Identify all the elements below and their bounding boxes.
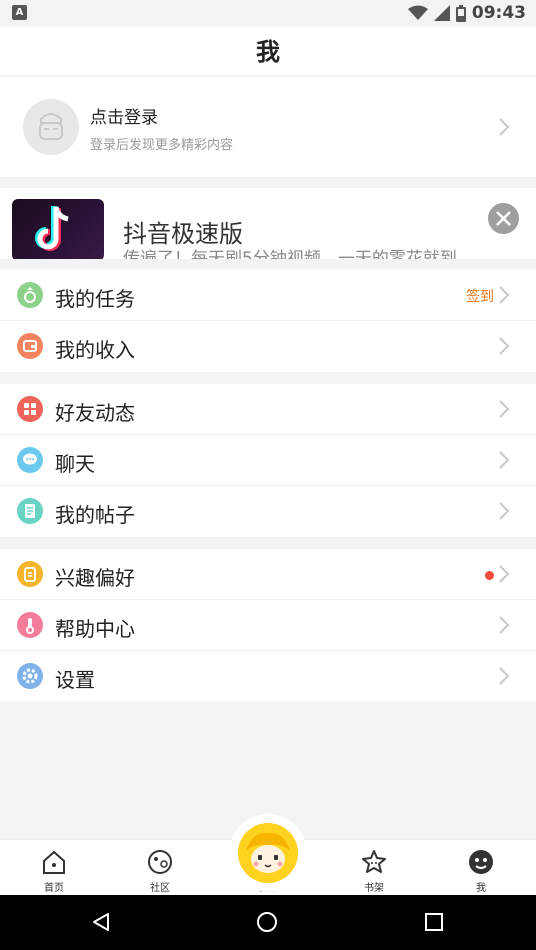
menu-label: 兴趣偏好 bbox=[55, 566, 135, 590]
tab-label: 首页 bbox=[44, 883, 64, 894]
create-icon bbox=[238, 823, 298, 883]
page-title: 我 bbox=[256, 38, 280, 66]
chevron-right-icon bbox=[499, 400, 510, 418]
tag-icon bbox=[17, 561, 43, 587]
help-icon bbox=[17, 612, 43, 638]
chevron-right-icon bbox=[499, 451, 510, 469]
tab-community[interactable]: 社区 bbox=[120, 840, 200, 896]
community-icon bbox=[148, 850, 172, 874]
menu-group-tasks: 我的任务 签到 我的收入 bbox=[0, 270, 536, 372]
home-circle-icon[interactable] bbox=[256, 911, 278, 933]
battery-icon bbox=[455, 4, 466, 22]
menu-group-social: 好友动态 聊天 我的帖子 bbox=[0, 384, 536, 537]
apps-icon bbox=[17, 396, 43, 422]
tab-home[interactable]: 首页 bbox=[14, 840, 94, 896]
tab-label: 我 bbox=[476, 883, 486, 894]
menu-label: 聊天 bbox=[55, 452, 95, 476]
menu-item-settings[interactable]: 设置 bbox=[0, 651, 536, 702]
create-button[interactable] bbox=[229, 814, 307, 892]
gear-icon bbox=[17, 663, 43, 689]
menu-item-my-posts[interactable]: 我的帖子 bbox=[0, 486, 536, 537]
signal-icon bbox=[433, 5, 450, 21]
menu-label: 好友动态 bbox=[55, 401, 135, 425]
tab-bookshelf[interactable]: 书架 bbox=[334, 840, 414, 896]
menu-item-friend-updates[interactable]: 好友动态 bbox=[0, 384, 536, 435]
ring-icon bbox=[17, 282, 43, 308]
menu-item-chat[interactable]: 聊天 bbox=[0, 435, 536, 486]
chevron-right-icon bbox=[499, 286, 510, 304]
ad-thumbnail bbox=[12, 199, 104, 259]
document-icon bbox=[17, 498, 43, 524]
system-nav-bar bbox=[0, 895, 536, 950]
status-icons: 09:43 bbox=[407, 2, 526, 24]
app-notification-icon: A bbox=[12, 5, 27, 20]
wifi-icon bbox=[407, 5, 428, 20]
login-title: 点击登录 bbox=[90, 108, 158, 128]
login-card[interactable]: 点击登录 登录后发现更多精彩内容 bbox=[0, 77, 536, 177]
notification-dot bbox=[485, 571, 494, 580]
header: 我 bbox=[0, 26, 536, 76]
menu-item-tasks[interactable]: 我的任务 签到 bbox=[0, 270, 536, 321]
chevron-right-icon bbox=[499, 337, 510, 355]
wallet-icon bbox=[17, 333, 43, 359]
tab-me[interactable]: 我 bbox=[441, 840, 521, 896]
status-time: 09:43 bbox=[471, 3, 526, 23]
tab-label: 书架 bbox=[364, 883, 384, 894]
back-icon[interactable] bbox=[90, 911, 112, 933]
menu-label: 我的任务 bbox=[55, 287, 135, 311]
ad-description: 传遍了！每天刷5分钟视频，一天的零花就到... bbox=[123, 249, 474, 259]
menu-label: 我的帖子 bbox=[55, 503, 135, 527]
chevron-right-icon bbox=[499, 565, 510, 583]
menu-label: 我的收入 bbox=[55, 338, 135, 362]
ad-banner[interactable]: 抖音极速版 传遍了！每天刷5分钟视频，一天的零花就到... bbox=[0, 188, 536, 259]
home-icon bbox=[43, 850, 65, 874]
close-icon bbox=[496, 211, 511, 226]
menu-label: 设置 bbox=[55, 668, 95, 692]
checkin-badge: 签到 bbox=[466, 289, 494, 305]
menu-group-settings: 兴趣偏好 帮助中心 设置 bbox=[0, 549, 536, 702]
bookshelf-icon bbox=[362, 850, 386, 873]
menu-item-income[interactable]: 我的收入 bbox=[0, 321, 536, 372]
me-icon bbox=[469, 850, 493, 874]
menu-label: 帮助中心 bbox=[55, 617, 135, 641]
default-avatar-icon bbox=[39, 113, 63, 140]
tab-label: 社区 bbox=[150, 883, 170, 894]
recents-icon[interactable] bbox=[424, 912, 444, 932]
tiktok-logo-icon bbox=[35, 206, 69, 251]
menu-item-interests[interactable]: 兴趣偏好 bbox=[0, 549, 536, 600]
avatar[interactable] bbox=[23, 99, 79, 155]
chat-icon bbox=[17, 447, 43, 473]
ad-close-button[interactable] bbox=[488, 203, 519, 234]
menu-item-help[interactable]: 帮助中心 bbox=[0, 600, 536, 651]
chevron-right-icon bbox=[499, 118, 510, 136]
login-subtitle: 登录后发现更多精彩内容 bbox=[90, 138, 234, 153]
chevron-right-icon bbox=[499, 616, 510, 634]
chevron-right-icon bbox=[499, 667, 510, 685]
status-bar: A 09:43 bbox=[0, 0, 536, 26]
chevron-right-icon bbox=[499, 502, 510, 520]
